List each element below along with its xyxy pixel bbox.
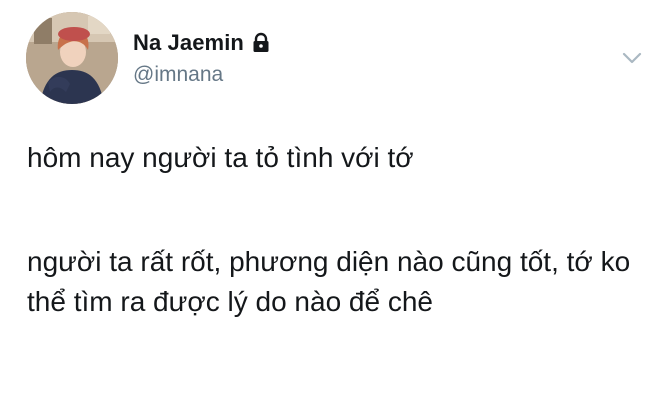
- lock-icon: [250, 32, 272, 54]
- tweet-text: hôm nay người ta tỏ tình với tớ người ta…: [27, 138, 647, 322]
- tweet-card: Na Jaemin @imnana hôm nay người ta tỏ tì…: [0, 0, 670, 419]
- avatar[interactable]: [26, 12, 118, 104]
- avatar-image: [26, 12, 118, 104]
- tweet-paragraph: người ta rất rốt, phương diện nào cũng t…: [27, 246, 631, 317]
- author-name-row: Na Jaemin: [133, 30, 272, 56]
- tweet-paragraph: hôm nay người ta tỏ tình với tớ: [27, 142, 414, 173]
- chevron-down-icon[interactable]: [620, 48, 644, 68]
- display-name[interactable]: Na Jaemin: [133, 30, 244, 56]
- author-handle[interactable]: @imnana: [133, 63, 223, 87]
